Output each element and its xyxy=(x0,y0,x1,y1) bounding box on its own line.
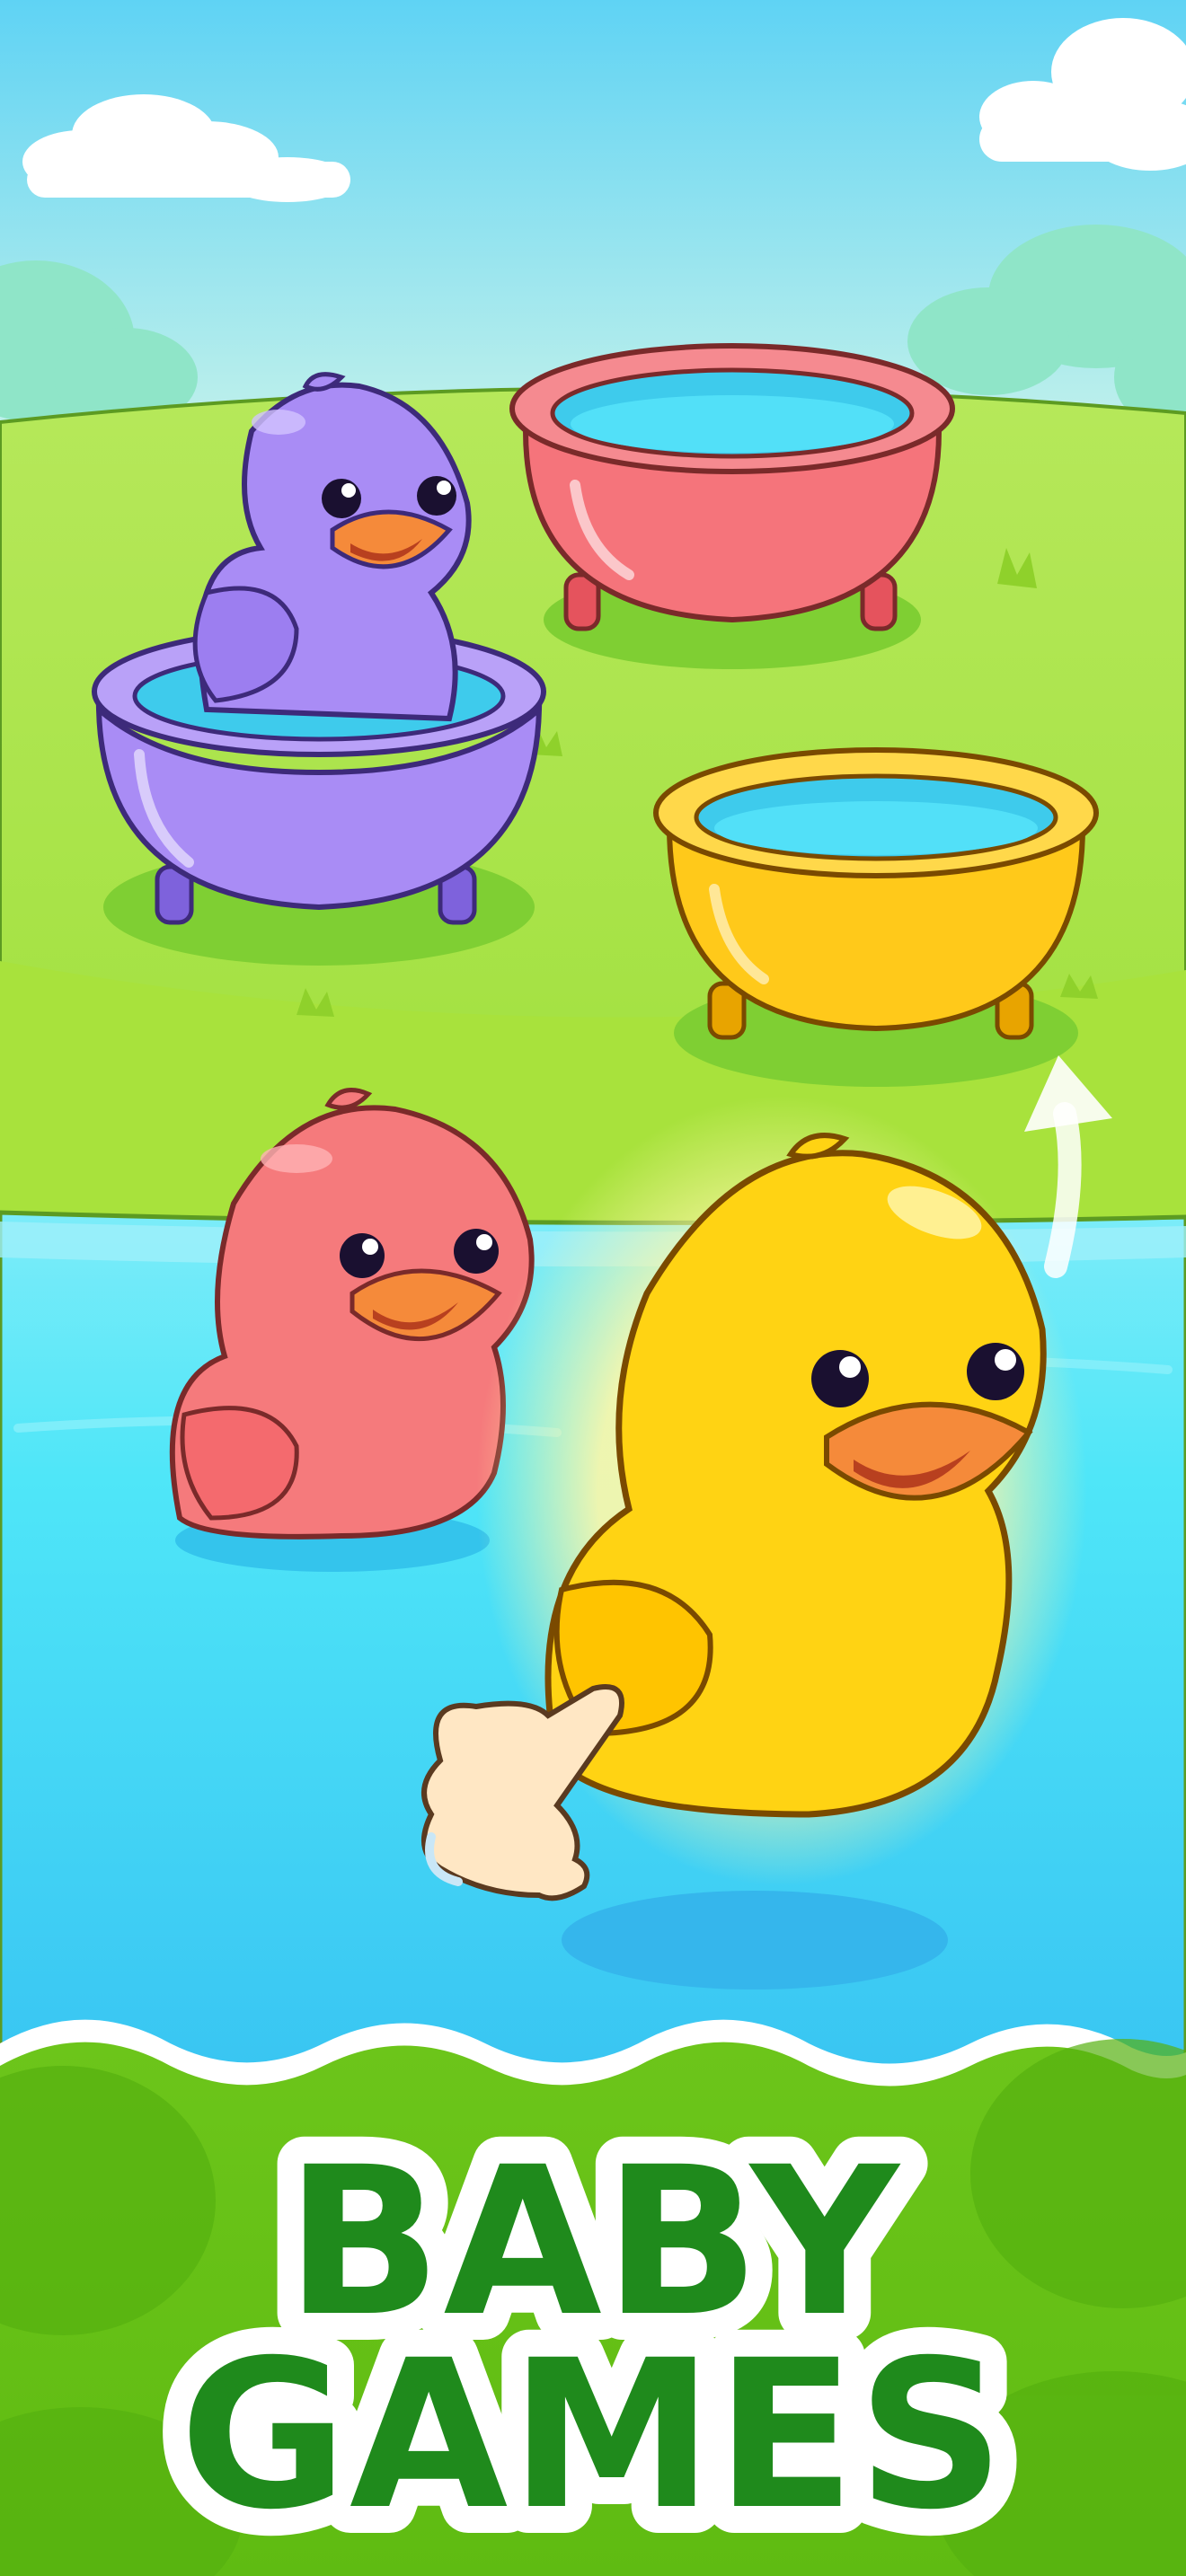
yellow-tub[interactable] xyxy=(653,747,1099,1040)
yellow-duck-shadow xyxy=(562,1891,948,1989)
game-screen: BABY BABY GAMES GAMES xyxy=(0,0,1186,2576)
title: BABY BABY GAMES GAMES xyxy=(153,2095,1031,2576)
pink-tub[interactable] xyxy=(509,343,955,631)
title-line2: GAMES xyxy=(180,2316,1006,2554)
game-scene: BABY BABY GAMES GAMES xyxy=(0,0,1186,2576)
